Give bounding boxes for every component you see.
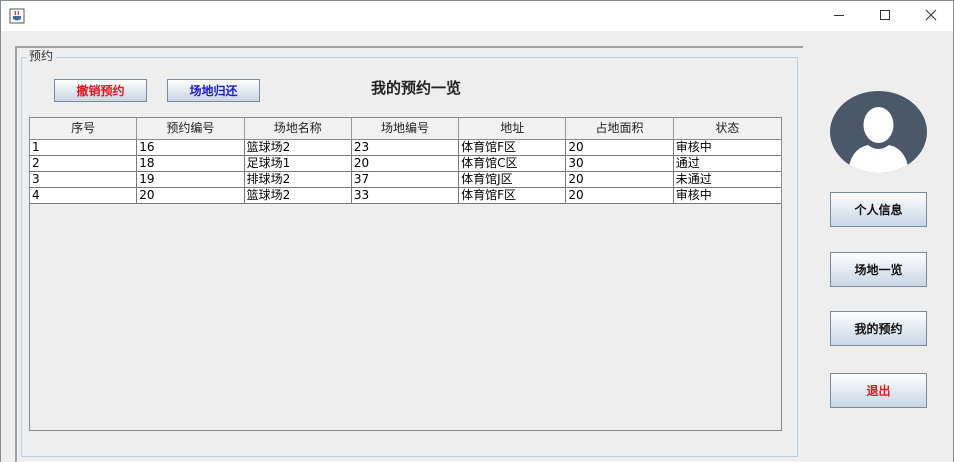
user-avatar-icon (830, 91, 927, 173)
minimize-button[interactable] (816, 1, 862, 31)
table-cell[interactable]: 审核中 (674, 188, 781, 203)
table-cell[interactable]: 体育馆F区 (459, 188, 567, 203)
table-cell[interactable]: 篮球场2 (245, 140, 352, 155)
maximize-icon (879, 9, 891, 24)
table-row[interactable]: 3 19 排球场2 37 体育馆J区 20 未通过 (30, 172, 781, 188)
maximize-button[interactable] (862, 1, 908, 31)
minimize-icon (833, 9, 845, 24)
reservation-table[interactable]: 序号 预约编号 场地名称 场地编号 地址 占地面积 状态 1 16 篮球场2 2… (29, 117, 782, 431)
logout-button[interactable]: 退出 (830, 373, 927, 408)
column-header[interactable]: 状态 (674, 118, 781, 139)
table-row[interactable]: 4 20 篮球场2 33 体育馆F区 20 审核中 (30, 188, 781, 204)
table-cell[interactable]: 33 (352, 188, 460, 203)
java-cup-icon (9, 8, 25, 24)
table-cell[interactable]: 篮球场2 (245, 188, 352, 203)
table-cell[interactable]: 16 (137, 140, 245, 155)
table-cell[interactable]: 30 (566, 156, 674, 171)
table-cell[interactable]: 19 (137, 172, 245, 187)
table-body: 1 16 篮球场2 23 体育馆F区 20 审核中 2 18 足球场1 20 体… (30, 140, 781, 204)
table-cell[interactable]: 18 (137, 156, 245, 171)
close-icon (925, 9, 937, 24)
sidebar-item-profile[interactable]: 个人信息 (830, 192, 927, 227)
table-cell[interactable]: 审核中 (674, 140, 781, 155)
column-header[interactable]: 场地名称 (245, 118, 352, 139)
table-cell[interactable]: 37 (352, 172, 460, 187)
sidebar-item-my-reservations[interactable]: 我的预约 (830, 311, 927, 346)
column-header[interactable]: 占地面积 (566, 118, 674, 139)
table-row[interactable]: 2 18 足球场1 20 体育馆C区 30 通过 (30, 156, 781, 172)
table-cell[interactable]: 2 (30, 156, 138, 171)
table-cell[interactable]: 4 (30, 188, 138, 203)
sidebar-item-venues[interactable]: 场地一览 (830, 252, 927, 287)
title-bar[interactable] (0, 0, 954, 31)
table-cell[interactable]: 3 (30, 172, 138, 187)
table-row[interactable]: 1 16 篮球场2 23 体育馆F区 20 审核中 (30, 140, 781, 156)
table-cell[interactable]: 20 (566, 140, 674, 155)
column-header[interactable]: 预约编号 (137, 118, 245, 139)
return-venue-button[interactable]: 场地归还 (167, 79, 260, 102)
table-cell[interactable]: 20 (137, 188, 245, 203)
table-cell[interactable]: 未通过 (674, 172, 781, 187)
table-cell[interactable]: 足球场1 (245, 156, 352, 171)
table-cell[interactable]: 体育馆J区 (459, 172, 567, 187)
table-cell[interactable]: 排球场2 (245, 172, 352, 187)
table-cell[interactable]: 23 (352, 140, 460, 155)
table-header: 序号 预约编号 场地名称 场地编号 地址 占地面积 状态 (30, 118, 781, 140)
table-cell[interactable]: 1 (30, 140, 138, 155)
table-cell[interactable]: 20 (352, 156, 460, 171)
page-title: 我的预约一览 (370, 79, 461, 97)
column-header[interactable]: 地址 (459, 118, 567, 139)
table-cell[interactable]: 20 (566, 172, 674, 187)
table-cell[interactable]: 20 (566, 188, 674, 203)
table-cell[interactable]: 体育馆C区 (459, 156, 567, 171)
column-header[interactable]: 序号 (30, 118, 138, 139)
window-client-area: 预约 撤销预约 场地归还 我的预约一览 序号 预约编号 场地名称 场地编号 地址… (0, 31, 954, 462)
table-cell[interactable]: 通过 (674, 156, 781, 171)
column-header[interactable]: 场地编号 (352, 118, 460, 139)
close-button[interactable] (908, 1, 954, 31)
cancel-reservation-button[interactable]: 撤销预约 (54, 79, 147, 102)
group-legend: 预约 (26, 49, 57, 63)
table-cell[interactable]: 体育馆F区 (459, 140, 567, 155)
